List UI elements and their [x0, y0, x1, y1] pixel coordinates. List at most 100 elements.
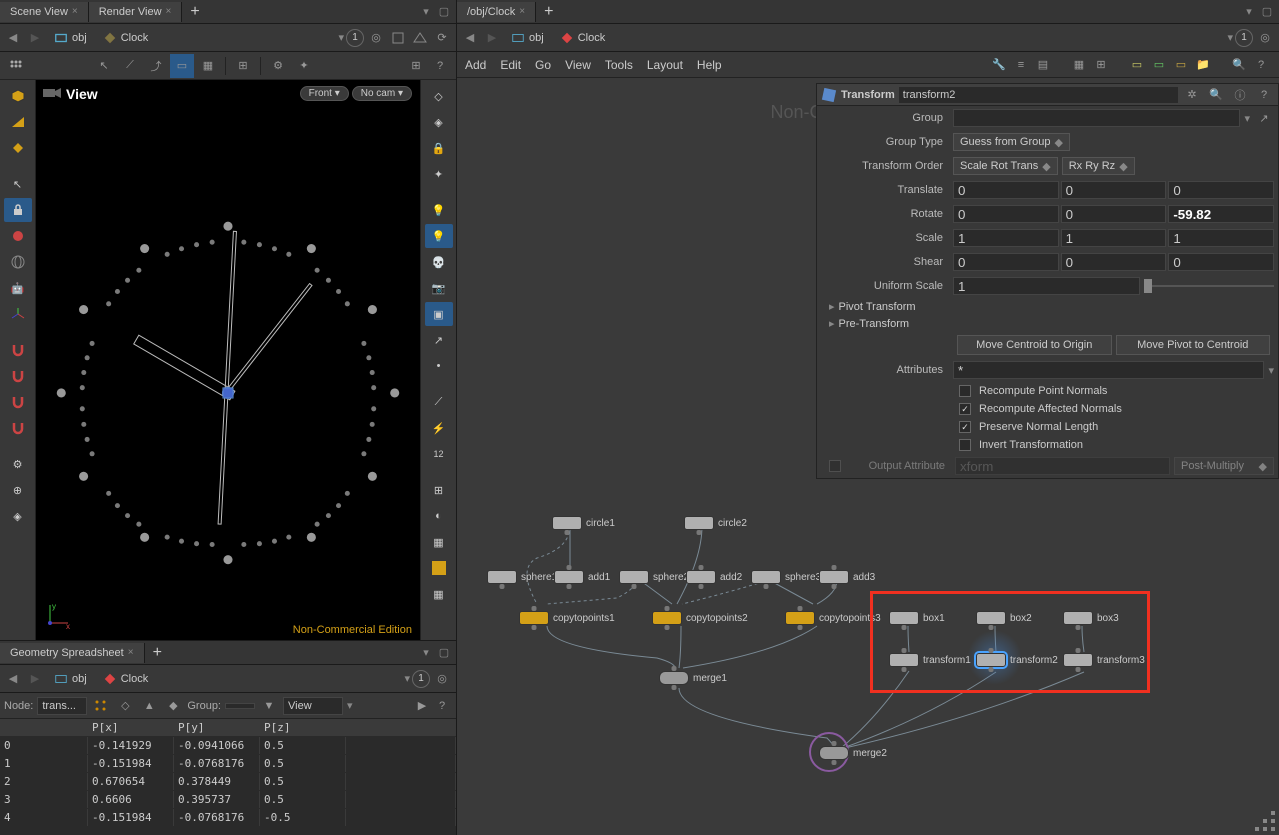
- tab-render-view[interactable]: Render View×: [89, 2, 183, 22]
- node-merge2[interactable]: merge2: [819, 746, 887, 760]
- menu-go[interactable]: Go: [535, 58, 551, 72]
- table-row[interactable]: 0-0.141929-0.09410660.5: [0, 737, 456, 755]
- list2-icon[interactable]: ▤: [1033, 55, 1053, 75]
- menu-help[interactable]: Help: [697, 58, 722, 72]
- menu-edit[interactable]: Edit: [500, 58, 521, 72]
- rx-field[interactable]: [953, 205, 1059, 223]
- points-icon[interactable]: [91, 696, 111, 716]
- xform-order-dropdown[interactable]: Scale Rot Trans◆: [953, 157, 1058, 175]
- obj2-icon[interactable]: [410, 28, 430, 48]
- frame-icon[interactable]: ▣: [425, 302, 453, 326]
- menu-view[interactable]: View: [565, 58, 591, 72]
- shx-field[interactable]: [953, 253, 1059, 271]
- tab-network[interactable]: /obj/Clock×: [457, 2, 536, 22]
- path-clock[interactable]: Clock: [97, 29, 155, 47]
- bulb-off-icon[interactable]: 💡: [425, 198, 453, 222]
- sync-icon[interactable]: ◎: [366, 28, 386, 48]
- node-name-field[interactable]: [899, 87, 1178, 103]
- rz-field[interactable]: [1168, 205, 1274, 223]
- sync-icon[interactable]: ◎: [1255, 28, 1275, 48]
- note-icon[interactable]: ▭: [1127, 55, 1147, 75]
- grid2-icon[interactable]: ⊞: [1091, 55, 1111, 75]
- lock-icon[interactable]: [4, 198, 32, 222]
- shade-icon[interactable]: ◐: [425, 504, 453, 528]
- node-sphere1[interactable]: sphere1: [487, 570, 557, 584]
- tex-icon[interactable]: ▦: [425, 530, 453, 554]
- folder-icon[interactable]: 📁: [1193, 55, 1213, 75]
- nav-back-icon[interactable]: ◀: [461, 29, 479, 47]
- move-pivot-button[interactable]: Move Pivot to Centroid: [1116, 335, 1271, 355]
- wand-icon[interactable]: ⟋: [425, 390, 453, 414]
- sy-field[interactable]: [1061, 229, 1167, 247]
- visible-icon[interactable]: ▦: [196, 54, 220, 78]
- note2-icon[interactable]: ▭: [1149, 55, 1169, 75]
- list1-icon[interactable]: ≡: [1011, 55, 1031, 75]
- pin-count[interactable]: 1: [1235, 29, 1253, 47]
- uscale-slider[interactable]: [1144, 277, 1274, 295]
- pin-count[interactable]: 1: [346, 29, 364, 47]
- path-clock[interactable]: Clock: [554, 29, 612, 47]
- table-row[interactable]: 4-0.151984-0.0768176-0.5: [0, 809, 456, 827]
- obj-icon[interactable]: [388, 28, 408, 48]
- node-ctp3[interactable]: copytopoints3: [785, 611, 881, 625]
- table-row[interactable]: 1-0.151984-0.07681760.5: [0, 755, 456, 773]
- shelf-cube-icon[interactable]: [4, 84, 32, 108]
- shelf-settings2-icon[interactable]: ⊕: [4, 478, 32, 502]
- verts-icon[interactable]: ◇: [115, 696, 135, 716]
- pane-menu-icon[interactable]: ▾: [1241, 4, 1257, 20]
- num-icon[interactable]: 12: [425, 442, 453, 466]
- gold-icon[interactable]: [425, 556, 453, 580]
- invert-checkbox[interactable]: Invert Transformation: [817, 436, 1278, 454]
- maximize-icon[interactable]: ▢: [436, 4, 452, 20]
- group-field[interactable]: [225, 703, 255, 709]
- note3-icon[interactable]: ▭: [1171, 55, 1191, 75]
- node-sphere2[interactable]: sphere2: [619, 570, 689, 584]
- gear-icon[interactable]: ⚙: [266, 54, 290, 78]
- pivot-section[interactable]: ▸Pivot Transform: [817, 298, 1278, 315]
- box-select-icon[interactable]: ▭: [170, 54, 194, 78]
- shelf-poly-icon[interactable]: [4, 136, 32, 160]
- path-obj[interactable]: obj: [48, 29, 93, 47]
- shelf-robot-icon[interactable]: 🤖: [4, 276, 32, 300]
- wrench-icon[interactable]: 🔧: [989, 55, 1009, 75]
- recompute-normals-checkbox[interactable]: Recompute Point Normals: [817, 382, 1278, 400]
- camera-icon[interactable]: [42, 86, 62, 103]
- snap-icon[interactable]: ⊞: [231, 54, 255, 78]
- dot-icon[interactable]: •: [425, 354, 453, 378]
- recompute-affected-checkbox[interactable]: Recompute Affected Normals: [817, 400, 1278, 418]
- node-box2[interactable]: box2: [976, 611, 1032, 625]
- shz-field[interactable]: [1168, 253, 1274, 271]
- nav-back-icon[interactable]: ◀: [4, 29, 22, 47]
- close-icon[interactable]: ×: [166, 6, 172, 17]
- pane-menu-icon[interactable]: ▾: [418, 645, 434, 661]
- shelf-settings3-icon[interactable]: ◈: [4, 504, 32, 528]
- search-icon[interactable]: 🔍: [1229, 55, 1249, 75]
- preserve-length-checkbox[interactable]: Preserve Normal Length: [817, 418, 1278, 436]
- prims-icon[interactable]: ▲: [139, 696, 159, 716]
- table-row[interactable]: 30.66060.3957370.5: [0, 791, 456, 809]
- node-circle1[interactable]: circle1: [552, 516, 615, 530]
- nav-fwd-icon[interactable]: ▶: [26, 29, 44, 47]
- options-icon[interactable]: ✦: [292, 54, 316, 78]
- tz-field[interactable]: [1168, 181, 1274, 199]
- node-transform1[interactable]: transform1: [889, 653, 971, 667]
- maximize-icon[interactable]: ▢: [1259, 4, 1275, 20]
- ty-field[interactable]: [1061, 181, 1167, 199]
- attributes-field[interactable]: [953, 361, 1264, 379]
- search-icon[interactable]: 🔍: [1206, 85, 1226, 105]
- node-add2[interactable]: add2: [686, 570, 742, 584]
- add-tab-button[interactable]: +: [536, 3, 561, 21]
- flash-icon[interactable]: ⚡: [425, 416, 453, 440]
- cam-icon[interactable]: 📷: [425, 276, 453, 300]
- group-select-icon[interactable]: ↗: [1254, 108, 1274, 128]
- shelf-world-icon[interactable]: [4, 250, 32, 274]
- ry-field[interactable]: [1061, 205, 1167, 223]
- sz-field[interactable]: [1168, 229, 1274, 247]
- close-icon[interactable]: ×: [72, 6, 78, 17]
- help-icon[interactable]: ?: [1251, 55, 1271, 75]
- info-icon[interactable]: ⓘ: [1230, 85, 1250, 105]
- camera-dropdown[interactable]: No cam ▾: [352, 86, 412, 101]
- tab-scene-view[interactable]: Scene View×: [0, 2, 89, 22]
- display-icon[interactable]: ◈: [425, 110, 453, 134]
- skull-icon[interactable]: 💀: [425, 250, 453, 274]
